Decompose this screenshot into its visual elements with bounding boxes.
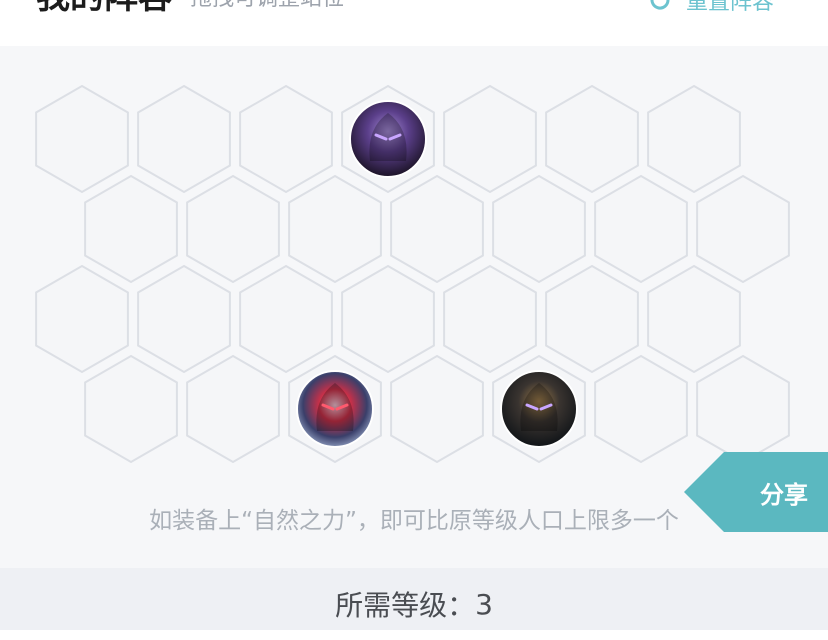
hex-slot[interactable] <box>545 264 639 374</box>
hex-slot[interactable] <box>341 264 435 374</box>
board: 如装备上“自然之力”，即可比原等级人口上限多一个 分享 <box>0 46 828 568</box>
hex-slot[interactable] <box>239 264 333 374</box>
hex-slot[interactable] <box>390 174 484 284</box>
required-level-label: 所需等级： <box>335 589 476 622</box>
hex-slot[interactable] <box>545 84 639 194</box>
hex-slot[interactable] <box>492 174 586 284</box>
hex-slot[interactable] <box>137 84 231 194</box>
reset-lineup-button[interactable]: 重置阵容 <box>648 0 775 15</box>
champion-avatar[interactable] <box>296 370 374 448</box>
share-label: 分享 <box>760 480 808 509</box>
refresh-icon <box>648 0 672 12</box>
page-subtitle: 拖拽可调整站位 <box>190 0 344 12</box>
champion-avatar[interactable] <box>349 100 427 178</box>
hex-slot[interactable] <box>390 354 484 464</box>
hex-slot[interactable] <box>594 174 688 284</box>
reset-lineup-label: 重置阵容 <box>686 0 775 15</box>
hex-slot[interactable] <box>239 84 333 194</box>
hex-slot[interactable] <box>443 84 537 194</box>
hex-slot[interactable] <box>84 174 178 284</box>
hex-slot[interactable] <box>137 264 231 374</box>
hex-slot[interactable] <box>443 264 537 374</box>
hex-slot[interactable] <box>35 264 129 374</box>
hex-slot[interactable] <box>35 84 129 194</box>
hex-slot[interactable] <box>186 174 280 284</box>
page-title: 我的阵容 <box>36 0 172 14</box>
required-level-value: 3 <box>475 587 493 621</box>
hex-slot[interactable] <box>84 354 178 464</box>
hex-slot[interactable] <box>696 174 790 284</box>
hex-slot[interactable] <box>594 354 688 464</box>
hex-slot[interactable] <box>647 264 741 374</box>
share-button[interactable]: 分享 <box>684 452 828 532</box>
hex-slot[interactable] <box>288 174 382 284</box>
hex-slot[interactable] <box>696 354 790 464</box>
required-level: 所需等级： 3 <box>0 568 828 640</box>
hex-slot[interactable] <box>647 84 741 194</box>
footer: 所需等级： 3 <box>0 568 828 630</box>
champion-avatar[interactable] <box>500 370 578 448</box>
hex-slot[interactable] <box>186 354 280 464</box>
header: 我的阵容 拖拽可调整站位 重置阵容 <box>0 0 828 46</box>
